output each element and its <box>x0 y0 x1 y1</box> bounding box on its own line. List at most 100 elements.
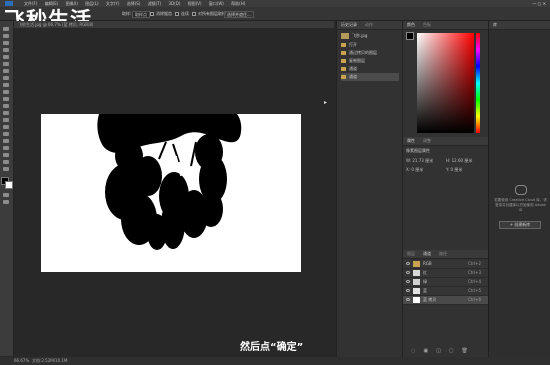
visibility-eye-icon[interactable] <box>406 262 410 265</box>
path-selection-tool-icon[interactable] <box>3 139 9 143</box>
visibility-eye-icon[interactable] <box>406 298 410 301</box>
sample-label: 取样: <box>122 11 132 16</box>
libraries-panel: 库 若要使用 Creative Cloud 库，请登录并创建库以开始使用 Ado… <box>488 21 550 357</box>
pen-tool-icon[interactable] <box>3 125 9 129</box>
crop-tool-icon[interactable] <box>3 55 9 59</box>
libraries-title[interactable]: 库 <box>489 21 501 29</box>
window-controls[interactable]: — ▢ ✕ <box>532 0 546 7</box>
channel-footer-buttons[interactable]: ◌▣◫▢🗑 <box>411 348 486 354</box>
antialias-checkbox[interactable]: 消除锯齿 <box>150 11 172 16</box>
menu-window[interactable]: 窗口(W) <box>209 0 224 7</box>
hand-tool-icon[interactable] <box>3 153 9 157</box>
document-tab[interactable]: 飞秒生活.jpg @ 66.7% (蓝 拷贝, RGB/8) <box>14 21 334 28</box>
tab-properties[interactable]: 属性 <box>403 137 419 145</box>
tab-adjustments[interactable]: 调整 <box>419 137 435 145</box>
history-item[interactable]: 复制图层 <box>341 57 399 65</box>
x-label: X: <box>406 167 411 172</box>
color-picker-field[interactable] <box>417 33 474 133</box>
channel-row[interactable]: 绿 Ctrl+4 <box>403 278 488 287</box>
channel-thumb <box>413 279 420 285</box>
snapshot-thumb-icon <box>341 33 349 39</box>
marquee-tool-icon[interactable] <box>3 34 9 38</box>
channel-row[interactable]: 蓝 Ctrl+5 <box>403 287 488 296</box>
clone-stamp-tool-icon[interactable] <box>3 83 9 87</box>
rectangle-tool-icon[interactable] <box>3 146 9 150</box>
channel-thumb <box>413 261 420 267</box>
select-and-mask-button[interactable]: 选择并遮住... <box>224 11 254 18</box>
menu-type[interactable]: 文字(Y) <box>106 0 120 7</box>
brush-tool-icon[interactable] <box>3 76 9 80</box>
history-item-selected[interactable]: 通道 <box>341 73 399 81</box>
history-step-icon <box>341 67 346 71</box>
menu-3d[interactable]: 3D(D) <box>169 0 181 7</box>
menu-layer[interactable]: 图层(L) <box>85 0 98 7</box>
more-tools-icon[interactable] <box>3 167 9 171</box>
menu-edit[interactable]: 编辑(E) <box>45 0 59 7</box>
channel-row[interactable]: RGB Ctrl+2 <box>403 260 488 269</box>
history-item-label: 通道 <box>349 66 357 71</box>
menu-view[interactable]: 视图(V) <box>188 0 202 7</box>
menu-image[interactable]: 图像(I) <box>66 0 78 7</box>
checkbox-icon <box>150 12 154 16</box>
magic-wand-tool-icon[interactable] <box>3 48 9 52</box>
history-snapshot[interactable]: 飞秒.jpg <box>341 32 399 40</box>
tab-actions[interactable]: 动作 <box>361 21 377 29</box>
visibility-eye-icon[interactable] <box>406 271 410 274</box>
channel-shortcut: Ctrl+2 <box>468 261 482 266</box>
menu-select[interactable]: 选择(S) <box>127 0 141 7</box>
history-brush-tool-icon[interactable] <box>3 90 9 94</box>
channel-name: 蓝 <box>423 288 427 293</box>
zoom-tool-icon[interactable] <box>3 160 9 164</box>
move-tool-icon[interactable] <box>3 27 9 31</box>
visibility-eye-icon[interactable] <box>406 289 410 292</box>
visibility-eye-icon[interactable] <box>406 280 410 283</box>
video-caption: 然后点“确定” <box>240 342 304 353</box>
sample-all-checkbox[interactable]: 对所有图层取样 <box>192 11 226 16</box>
width-field[interactable]: W: 21.73 厘米 <box>406 158 433 164</box>
tab-history[interactable]: 历史记录 <box>337 21 361 29</box>
document-tab-label: 飞秒生活.jpg @ 66.7% (蓝 拷贝, RGB/8) <box>18 22 94 27</box>
eraser-tool-icon[interactable] <box>3 97 9 101</box>
sample-select[interactable]: 取样点 <box>132 11 150 18</box>
tab-channels[interactable]: 通道 <box>419 250 435 258</box>
history-item[interactable]: 通过拷贝的图层 <box>341 49 399 57</box>
libraries-panel-header: 库 <box>489 21 550 30</box>
properties-title: 像素图层属性 <box>406 148 430 153</box>
create-library-button[interactable]: + 创建新库 <box>499 221 541 229</box>
height-value: 12.60 厘米 <box>451 158 473 163</box>
menu-help[interactable]: 帮助(H) <box>231 0 245 7</box>
channel-row[interactable]: 红 Ctrl+3 <box>403 269 488 278</box>
history-item[interactable]: 通道 <box>341 65 399 73</box>
dodge-tool-icon[interactable] <box>3 118 9 122</box>
hue-slider[interactable] <box>476 33 480 133</box>
grape-silhouette-image <box>97 114 242 250</box>
x-field[interactable]: X: 0 厘米 <box>406 167 423 173</box>
contiguous-checkbox[interactable]: 连续 <box>175 11 189 16</box>
menu-file[interactable]: 文件(F) <box>24 0 37 7</box>
gradient-tool-icon[interactable] <box>3 104 9 108</box>
zoom-level[interactable]: 66.67% <box>14 358 29 363</box>
document-canvas[interactable] <box>41 114 301 272</box>
channel-row-selected[interactable]: 蓝 拷贝 Ctrl+6 <box>403 296 488 305</box>
color-fg-swatch[interactable] <box>406 32 414 40</box>
screen-mode-icon[interactable] <box>3 200 9 204</box>
channel-name: 绿 <box>423 279 427 284</box>
healing-brush-tool-icon[interactable] <box>3 69 9 73</box>
background-color-swatch[interactable] <box>5 181 13 189</box>
channel-shortcut: Ctrl+4 <box>468 279 482 284</box>
history-item[interactable]: 打开 <box>341 41 399 49</box>
tab-swatches[interactable]: 色板 <box>419 21 435 29</box>
type-tool-icon[interactable] <box>3 132 9 136</box>
tab-layers[interactable]: 图层 <box>403 250 419 258</box>
menu-items: 文件(F) 编辑(E) 图像(I) 图层(L) 文字(Y) 选择(S) 滤镜(T… <box>24 0 251 7</box>
tab-paths[interactable]: 路径 <box>435 250 451 258</box>
eyedropper-tool-icon[interactable] <box>3 62 9 66</box>
cursor-icon: ▸ <box>324 99 328 106</box>
menu-filter[interactable]: 滤镜(T) <box>148 0 162 7</box>
blur-tool-icon[interactable] <box>3 111 9 115</box>
height-field[interactable]: H: 12.60 厘米 <box>446 158 472 164</box>
quick-mask-icon[interactable] <box>3 193 9 197</box>
tab-color[interactable]: 颜色 <box>403 21 419 29</box>
y-field[interactable]: Y: 0 厘米 <box>446 167 462 173</box>
lasso-tool-icon[interactable] <box>3 41 9 45</box>
